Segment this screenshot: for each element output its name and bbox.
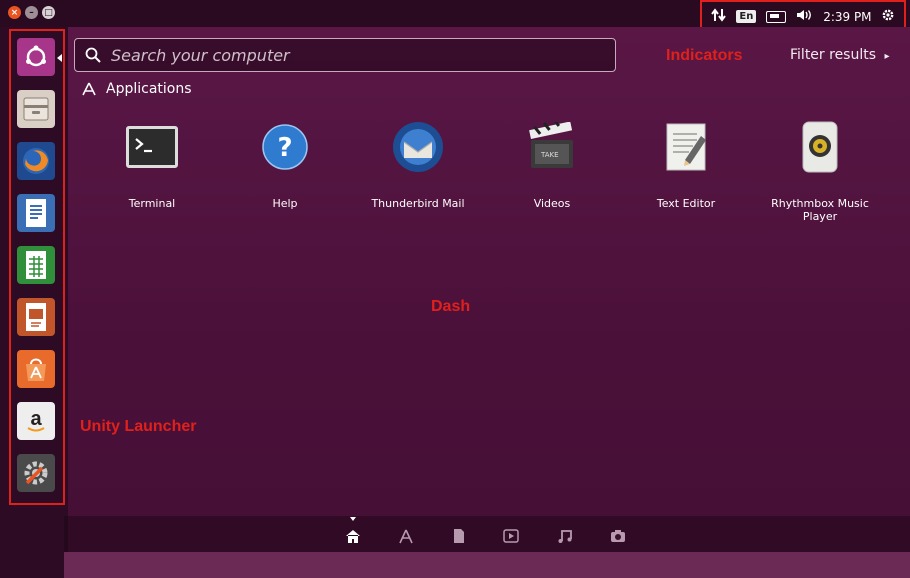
- dash-home-icon: [17, 38, 55, 76]
- svg-text:a: a: [30, 408, 42, 430]
- firefox-icon: [17, 142, 55, 180]
- keyboard-layout-indicator[interactable]: En: [736, 10, 757, 23]
- window-controls: × – □: [8, 6, 55, 19]
- videos-icon: TAKE: [524, 119, 580, 175]
- help-icon: ?: [257, 119, 313, 175]
- amazon-icon: a: [17, 402, 55, 440]
- app-thunderbird[interactable]: Thunderbird Mail: [358, 115, 478, 210]
- rhythmbox-icon: [792, 119, 848, 175]
- text-editor-icon: [658, 119, 714, 175]
- terminal-icon: [124, 119, 180, 175]
- launcher-annotation: Unity Launcher: [80, 418, 197, 435]
- photo-lens-icon[interactable]: [609, 527, 627, 545]
- search-input[interactable]: [109, 44, 615, 66]
- active-lens-indicator: [350, 517, 356, 521]
- impress-icon: [17, 298, 55, 336]
- search-icon: [85, 47, 101, 63]
- filter-results-label: Filter results: [790, 47, 877, 63]
- launcher-item-calc[interactable]: [14, 243, 58, 287]
- applications-category-header[interactable]: Applications: [82, 81, 192, 97]
- chevron-right-icon: ▸: [884, 51, 890, 62]
- lens-bar: [64, 516, 910, 552]
- network-icon[interactable]: [710, 8, 727, 25]
- clock[interactable]: 2:39 PM: [823, 10, 871, 24]
- system-settings-icon: [17, 454, 55, 492]
- volume-icon[interactable]: [796, 9, 814, 24]
- launcher-item-firefox[interactable]: [14, 139, 58, 183]
- app-label: Terminal: [128, 197, 176, 210]
- applications-title: Applications: [106, 81, 192, 97]
- battery-icon[interactable]: [765, 10, 786, 23]
- app-label: Videos: [533, 197, 571, 210]
- calc-icon: [17, 246, 55, 284]
- dash-overlay: [66, 27, 910, 578]
- launcher-item-files[interactable]: [14, 87, 58, 131]
- app-label: Help: [272, 197, 298, 210]
- launcher-item-software-center[interactable]: [14, 347, 58, 391]
- home-lens-icon[interactable]: [344, 527, 362, 545]
- minimize-button[interactable]: –: [25, 6, 38, 19]
- indicators-annotation: Indicators: [666, 47, 743, 64]
- app-rhythmbox[interactable]: Rhythmbox Music Player: [760, 115, 880, 223]
- launcher-item-amazon[interactable]: a: [14, 399, 58, 443]
- bottom-strip: [64, 552, 910, 578]
- maximize-button[interactable]: □: [42, 6, 55, 19]
- thunderbird-icon: [390, 119, 446, 175]
- video-lens-icon[interactable]: [502, 527, 520, 545]
- filter-results-button[interactable]: Filter results ▸: [790, 47, 890, 63]
- files-lens-icon[interactable]: [450, 527, 468, 545]
- applications-lens-icon[interactable]: [397, 527, 415, 545]
- search-bar[interactable]: [74, 38, 616, 72]
- close-button[interactable]: ×: [8, 6, 21, 19]
- app-label: Text Editor: [656, 197, 716, 210]
- dash-annotation: Dash: [431, 298, 471, 315]
- app-terminal[interactable]: Terminal: [92, 115, 212, 210]
- software-center-icon: [17, 350, 55, 388]
- launcher-item-impress[interactable]: [14, 295, 58, 339]
- files-icon: [17, 90, 55, 128]
- app-text-editor[interactable]: Text Editor: [626, 115, 746, 210]
- launcher-item-system-settings[interactable]: [14, 451, 58, 495]
- svg-text:TAKE: TAKE: [540, 151, 559, 159]
- writer-icon: [17, 194, 55, 232]
- applications-category-icon: [82, 82, 96, 96]
- gear-icon[interactable]: [881, 8, 895, 25]
- svg-text:?: ?: [277, 133, 292, 163]
- launcher-item-dash-home[interactable]: [14, 35, 58, 79]
- app-label: Thunderbird Mail: [371, 197, 465, 210]
- app-label: Rhythmbox Music Player: [771, 197, 869, 223]
- music-lens-icon[interactable]: [556, 527, 574, 545]
- launcher-item-writer[interactable]: [14, 191, 58, 235]
- app-help[interactable]: ? Help: [225, 115, 345, 210]
- app-videos[interactable]: TAKE Videos: [492, 115, 612, 210]
